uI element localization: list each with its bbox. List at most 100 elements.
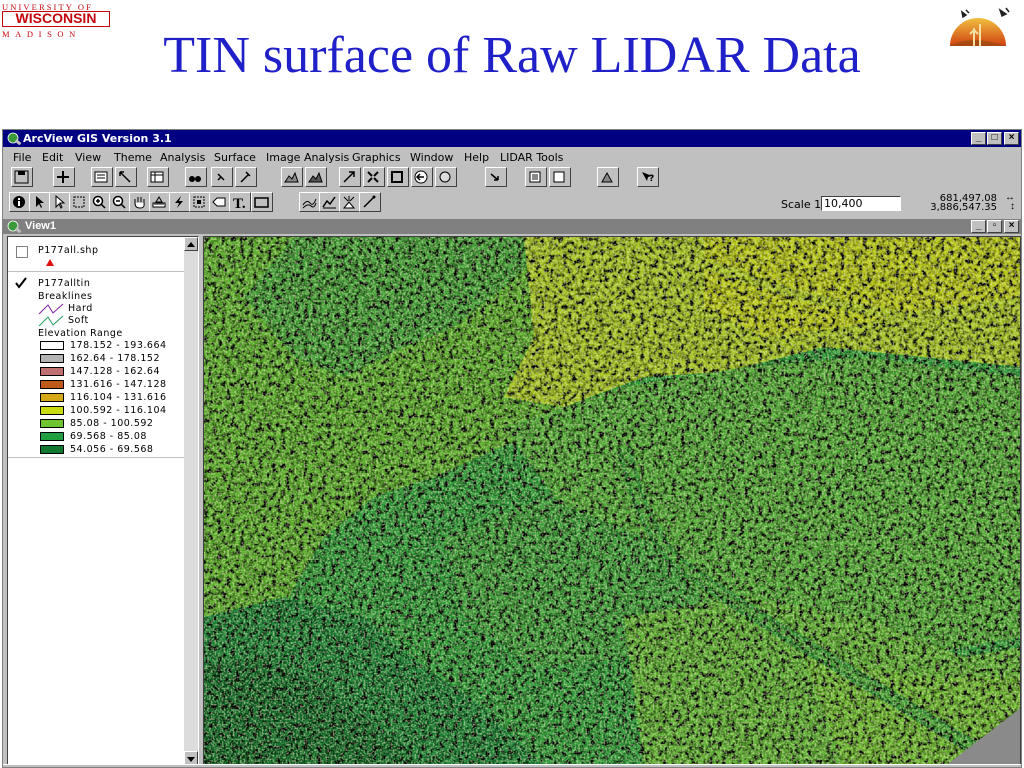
legend-scrollbar[interactable]: [184, 237, 198, 765]
zoom-out-icon: [391, 171, 403, 183]
elevation-range-label: 100.592 - 116.104: [70, 405, 167, 416]
vertex-edit-tool[interactable]: [49, 192, 71, 212]
divider: [8, 457, 184, 458]
menu-help[interactable]: Help: [464, 151, 489, 164]
menu-analysis[interactable]: Analysis: [160, 151, 205, 164]
select-features-button[interactable]: [435, 167, 457, 187]
scroll-down-button[interactable]: [184, 751, 198, 765]
menu-graphics[interactable]: Graphics: [352, 151, 401, 164]
profile-tool[interactable]: [319, 192, 341, 212]
find-button[interactable]: [185, 167, 207, 187]
theme1-name[interactable]: P177all.shp: [38, 245, 98, 256]
zoom-in-tool[interactable]: [89, 192, 111, 212]
open-table-button[interactable]: [147, 167, 169, 187]
menu-file[interactable]: File: [13, 151, 31, 164]
menu-edit[interactable]: Edit: [42, 151, 63, 164]
scale-input[interactable]: 10,400: [821, 196, 901, 211]
zoom-out-tool[interactable]: [109, 192, 131, 212]
locate-button[interactable]: [211, 167, 233, 187]
select-feature-tool[interactable]: [69, 192, 91, 212]
label-tool[interactable]: [209, 192, 231, 212]
active-themes-icon: [308, 171, 323, 183]
area-of-interest-tool[interactable]: [189, 192, 211, 212]
elevation-swatch: [40, 445, 64, 454]
zoom-previous-button[interactable]: [411, 167, 433, 187]
zoom-selected-button[interactable]: [339, 167, 361, 187]
select-graphics-button[interactable]: [549, 167, 571, 187]
text-tool[interactable]: T.: [229, 192, 251, 212]
zoom-out-center-button[interactable]: [387, 167, 409, 187]
surface-button[interactable]: [597, 167, 619, 187]
theme1-checkbox[interactable]: [16, 246, 28, 258]
floppy-icon: [14, 170, 29, 184]
contour-tool[interactable]: [299, 192, 321, 212]
map-canvas[interactable]: [203, 236, 1021, 766]
menu-window[interactable]: Window: [410, 151, 453, 164]
menu-image-analysis[interactable]: Image Analysis: [266, 151, 349, 164]
globe-icon: [7, 132, 21, 145]
window-title: ArcView GIS Version 3.1: [23, 132, 172, 145]
pan-tool-button[interactable]: [485, 167, 507, 187]
measure-icon: [152, 196, 166, 208]
surface-icon: [601, 171, 613, 183]
legend-icon: [119, 171, 131, 183]
table-icon: [150, 171, 164, 183]
zoom-active-themes-button[interactable]: [305, 167, 327, 187]
elevation-range-label: 116.104 - 131.616: [70, 392, 167, 403]
layout-button[interactable]: [525, 167, 547, 187]
theme2-name[interactable]: P177alltin: [38, 278, 90, 289]
save-button[interactable]: [11, 167, 33, 187]
hammer-icon: [240, 171, 251, 183]
query-builder-button[interactable]: [235, 167, 257, 187]
theme2-checkmark-icon[interactable]: [15, 277, 27, 289]
locate-icon: [217, 173, 225, 181]
arrow-icon: [490, 173, 499, 181]
view-restore-button[interactable]: ▫: [987, 220, 1002, 233]
hard-label: Hard: [68, 303, 93, 314]
menu-surface[interactable]: Surface: [214, 151, 256, 164]
window-titlebar[interactable]: ArcView GIS Version 3.1 _ □ ×: [3, 130, 1021, 147]
viewshed-tool[interactable]: [339, 192, 361, 212]
view-globe-icon: [7, 220, 21, 233]
svg-text:T.: T.: [233, 196, 246, 209]
elevation-swatch: [40, 341, 64, 350]
dotted-box-icon: [73, 196, 85, 208]
draw-rectangle-tool[interactable]: [251, 192, 273, 212]
menu-theme[interactable]: Theme: [114, 151, 152, 164]
coord-y: 3,886,547.35: [930, 202, 997, 213]
zoom-selected-icon: [343, 171, 355, 183]
pointer-icon: [36, 196, 44, 208]
elevation-range-label: 69.568 - 85.08: [70, 431, 147, 442]
view-title: View1: [25, 220, 56, 232]
zoom-in-icon: [367, 171, 379, 183]
hand-icon: [134, 197, 145, 209]
menu-lidar-tools[interactable]: LIDAR Tools: [500, 151, 563, 164]
maximize-button[interactable]: □: [987, 132, 1002, 145]
pointer-tool[interactable]: [29, 192, 51, 212]
view-titlebar[interactable]: View1 _ ▫ ×: [3, 219, 1021, 234]
area-icon: [193, 196, 205, 208]
profile-icon: [322, 196, 336, 209]
add-theme-button[interactable]: [53, 167, 75, 187]
view-minimize-button[interactable]: _: [971, 220, 986, 233]
menu-view[interactable]: View: [75, 151, 101, 164]
view-close-button[interactable]: ×: [1004, 220, 1019, 233]
sunset-satellite-logo: [950, 7, 1010, 46]
zoom-full-extent-button[interactable]: [281, 167, 303, 187]
hotlink-tool[interactable]: [169, 192, 191, 212]
line-of-sight-tool[interactable]: [359, 192, 381, 212]
theme-properties-button[interactable]: [91, 167, 113, 187]
pan-tool[interactable]: [129, 192, 151, 212]
close-button[interactable]: ×: [1004, 132, 1019, 145]
line-of-sight-icon: [363, 195, 376, 208]
scroll-up-button[interactable]: [184, 237, 198, 251]
minimize-button[interactable]: _: [971, 132, 986, 145]
arcview-window: ArcView GIS Version 3.1 _ □ × File Edit …: [2, 129, 1022, 768]
zoom-in-center-button[interactable]: [363, 167, 385, 187]
identify-tool[interactable]: [9, 192, 31, 212]
vertex-pointer-icon: [55, 195, 66, 209]
measure-tool[interactable]: [149, 192, 171, 212]
elevation-range-label: 131.616 - 147.128: [70, 379, 167, 390]
help-button[interactable]: ?: [637, 167, 659, 187]
edit-legend-button[interactable]: [115, 167, 137, 187]
